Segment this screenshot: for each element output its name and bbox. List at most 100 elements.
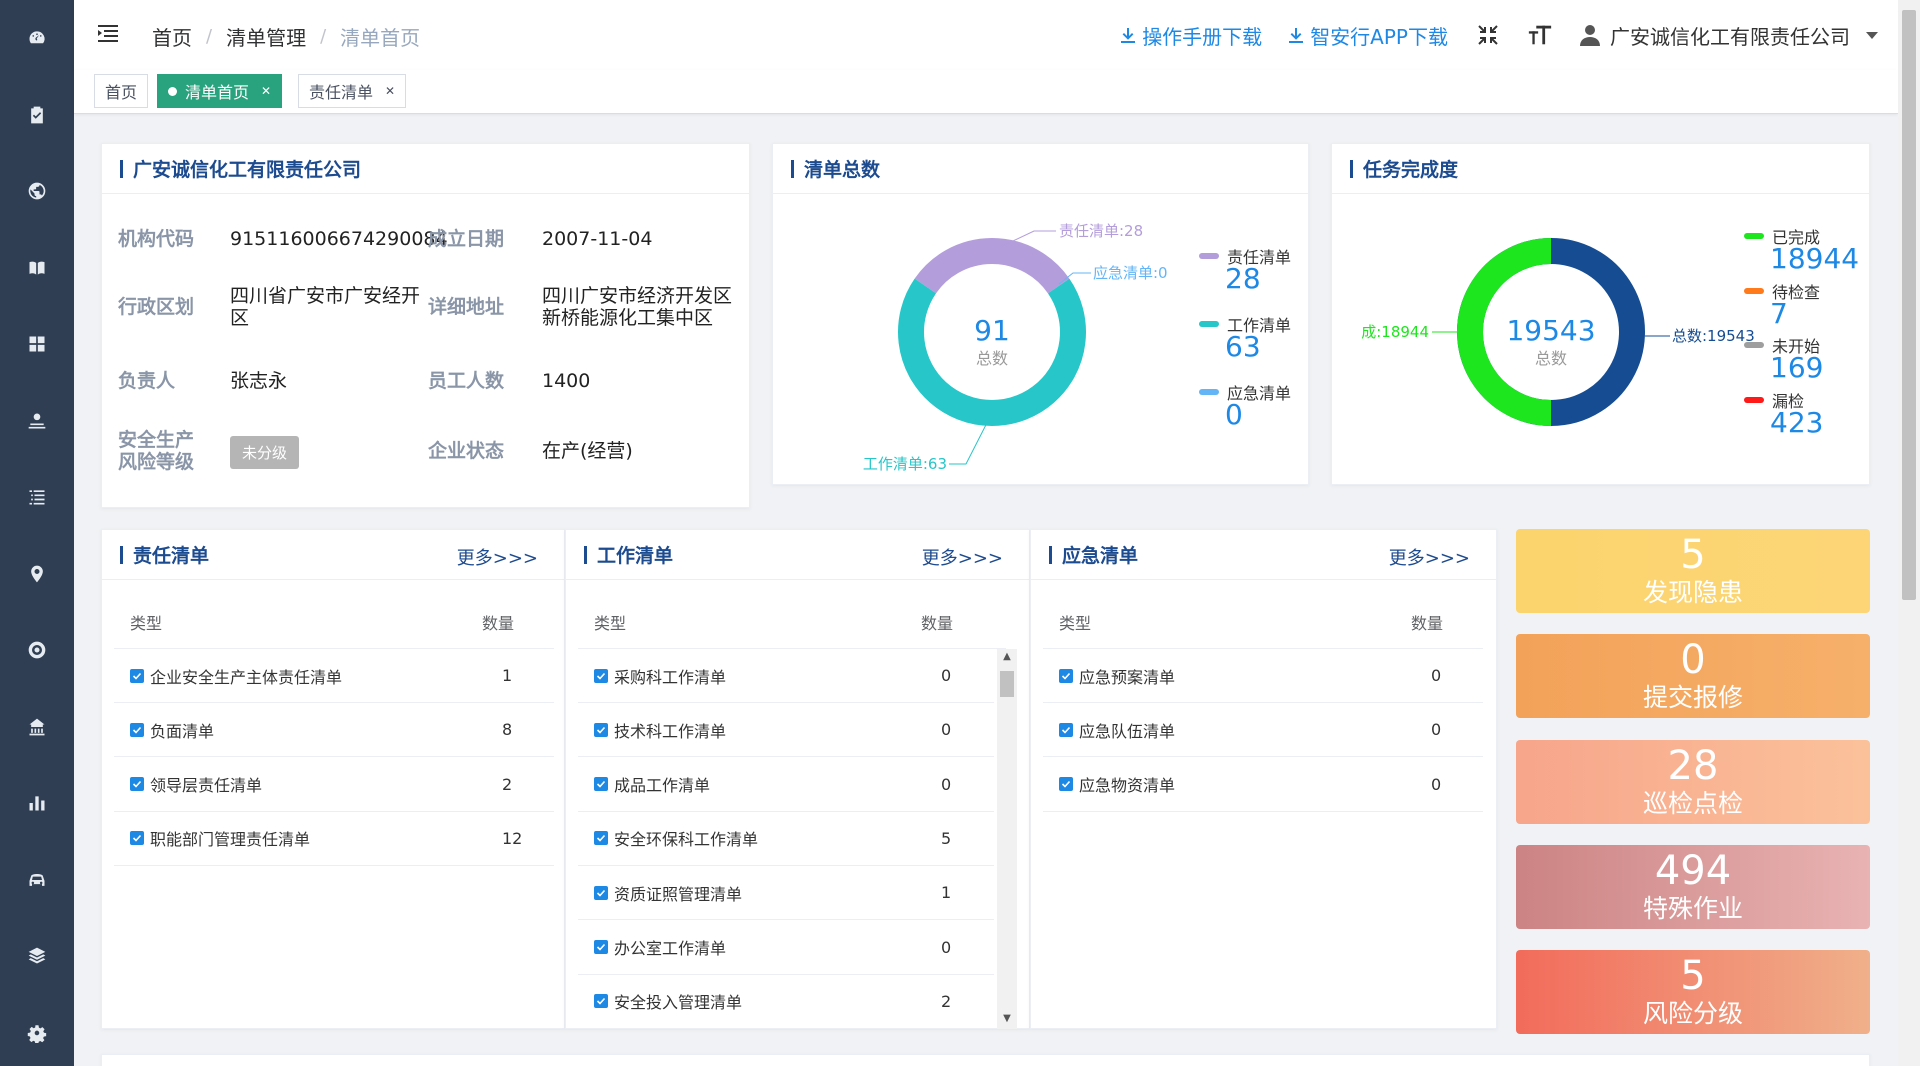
checkbox-icon[interactable] [594, 940, 608, 954]
more-link[interactable]: 更多>>> [457, 544, 538, 570]
table-scrollbar[interactable]: ▲ ▼ [997, 649, 1017, 1029]
row-type-label: 办公室工作清单 [614, 939, 727, 958]
settings-icon [27, 1024, 47, 1043]
checkbox-icon[interactable] [130, 831, 144, 846]
table-row[interactable]: 应急物资清单 0 [1043, 758, 1483, 812]
checkbox-icon[interactable] [1059, 777, 1073, 792]
sidebar-item-dashboard[interactable] [0, 8, 74, 68]
table-row[interactable]: 企业安全生产主体责任清单 1 [114, 649, 554, 703]
legend-swatch-pending [1744, 288, 1764, 294]
table-row[interactable]: 职能部门管理责任清单 12 [114, 812, 554, 866]
checkbox-icon[interactable] [594, 668, 608, 683]
tab-list-home[interactable]: 清单首页 ✕ [157, 74, 283, 108]
employees-label: 员工人数 [428, 370, 505, 392]
stat-tile-0[interactable]: 5 发现隐患 [1516, 529, 1870, 613]
row-type: 应急队伍清单 [1059, 718, 1175, 742]
sidebar-item-location[interactable] [0, 544, 74, 604]
close-icon[interactable]: ✕ [261, 84, 271, 98]
table-row[interactable]: 安全投入管理清单 2 [578, 975, 994, 1029]
table-row[interactable]: 应急队伍清单 0 [1043, 703, 1483, 758]
table-row[interactable]: 资质证照管理清单 1 [578, 866, 994, 921]
task-completion-title: 任务完成度 [1350, 155, 1458, 182]
breadcrumb: 首页 / 清单管理 / 清单首页 [152, 22, 420, 51]
sidebar-item-list[interactable] [0, 467, 74, 527]
car-icon [29, 873, 45, 886]
checkbox-icon[interactable] [130, 722, 144, 737]
sidebar-item-inspect[interactable] [0, 391, 74, 451]
table-row[interactable]: 应急预案清单 0 [1043, 649, 1483, 703]
scroll-down-icon[interactable]: ▼ [997, 1013, 1017, 1027]
checkbox-icon[interactable] [1059, 722, 1073, 737]
breadcrumb-list-management[interactable]: 清单管理 [226, 22, 306, 51]
emergency-list-card: 应急清单 更多>>> 类型 数量 应急预案清单 0 应急队伍清单 0 应急物资清单 0 [1030, 529, 1497, 1029]
sidebar-item-layers[interactable] [0, 926, 74, 986]
donut-slice-0[interactable] [914, 238, 1070, 294]
chevron-down-icon [1866, 31, 1878, 39]
table-row[interactable]: 办公室工作清单 0 [578, 921, 994, 975]
legend-value-done: 18944 [1770, 242, 1860, 275]
hamburger-icon[interactable] [96, 22, 120, 46]
fullscreen-exit-icon[interactable] [1474, 21, 1502, 49]
list-icon [29, 490, 45, 505]
app-download-link[interactable]: 智安行APP下载 [1288, 21, 1448, 50]
sidebar-item-book[interactable] [0, 238, 74, 298]
more-link[interactable]: 更多>>> [1389, 544, 1470, 570]
font-size-icon[interactable] [1526, 21, 1554, 49]
sidebar-item-checklist[interactable] [0, 85, 74, 145]
checkbox-icon[interactable] [130, 668, 144, 683]
table-row[interactable]: 成品工作清单 0 [578, 758, 994, 812]
checkbox-icon[interactable] [594, 777, 608, 792]
row-count: 0 [941, 720, 952, 740]
manual-download-link[interactable]: 操作手册下载 [1120, 21, 1262, 50]
top-bar: 首页 / 清单管理 / 清单首页 操作手册下载 智安行APP下载 广安诚信化工有… [74, 0, 1898, 70]
table-row[interactable]: 采购科工作清单 0 [578, 649, 994, 703]
checkbox-icon[interactable] [594, 994, 608, 1009]
row-count: 0 [1431, 666, 1442, 685]
address-label: 详细地址 [428, 296, 505, 318]
sidebar-item-target[interactable] [0, 620, 74, 680]
checkbox-icon[interactable] [1059, 668, 1073, 683]
tile-label: 特殊作业 [1642, 893, 1743, 923]
tab-home[interactable]: 首页 [94, 74, 149, 108]
more-link[interactable]: 更多>>> [922, 544, 1003, 570]
user-menu[interactable]: 广安诚信化工有限责任公司 [1578, 21, 1878, 50]
close-icon[interactable]: ✕ [385, 84, 395, 98]
sidebar-item-settings[interactable] [0, 1003, 74, 1063]
row-count: 0 [941, 666, 952, 685]
stat-tile-3[interactable]: 494 特殊作业 [1516, 844, 1870, 929]
table-row[interactable]: 技术科工作清单 0 [578, 703, 994, 758]
sidebar-item-grid[interactable] [0, 314, 74, 374]
breadcrumb-home[interactable]: 首页 [152, 22, 192, 51]
scroll-up-icon[interactable]: ▲ [997, 651, 1017, 665]
checkbox-icon[interactable] [594, 831, 608, 846]
row-type-label: 领导层责任清单 [150, 776, 263, 796]
page-scroll-thumb[interactable] [1902, 10, 1916, 600]
checkbox-icon[interactable] [594, 722, 608, 737]
sidebar-item-globe[interactable] [0, 161, 74, 221]
legend-emergency[interactable]: 应急清单 [1199, 380, 1291, 404]
tile-value: 28 [1667, 742, 1719, 789]
stat-tile-1[interactable]: 0 提交报修 [1516, 634, 1870, 719]
tile-value: 5 [1680, 532, 1706, 578]
checkbox-icon[interactable] [594, 885, 608, 900]
legend-value-responsibility: 28 [1225, 262, 1261, 295]
row-type-label: 技术科工作清单 [614, 721, 727, 741]
sidebar-item-enterprise[interactable] [0, 697, 74, 757]
table-row[interactable]: 领导层责任清单 2 [114, 758, 554, 812]
page-scrollbar[interactable] [1898, 0, 1920, 1066]
table-row[interactable]: 安全环保科工作清单 5 [578, 812, 994, 866]
scroll-thumb[interactable] [1000, 671, 1014, 697]
col-type: 类型 [130, 614, 163, 633]
row-type-label: 安全环保科工作清单 [614, 830, 759, 850]
sidebar-item-car[interactable] [0, 850, 74, 910]
row-count: 1 [502, 666, 513, 685]
stat-tile-4[interactable]: 5 风险分级 [1516, 950, 1870, 1035]
work-list-title: 工作清单 [584, 541, 673, 568]
checkbox-icon[interactable] [130, 777, 144, 792]
row-type: 职能部门管理责任清单 [130, 826, 310, 850]
table-row[interactable]: 负面清单 8 [114, 703, 554, 758]
sidebar-item-bar-chart[interactable] [0, 773, 74, 833]
row-count: 5 [941, 828, 952, 848]
stat-tile-2[interactable]: 28 巡检点检 [1516, 739, 1870, 824]
tab-responsibility-list[interactable]: 责任清单 ✕ [298, 74, 407, 108]
